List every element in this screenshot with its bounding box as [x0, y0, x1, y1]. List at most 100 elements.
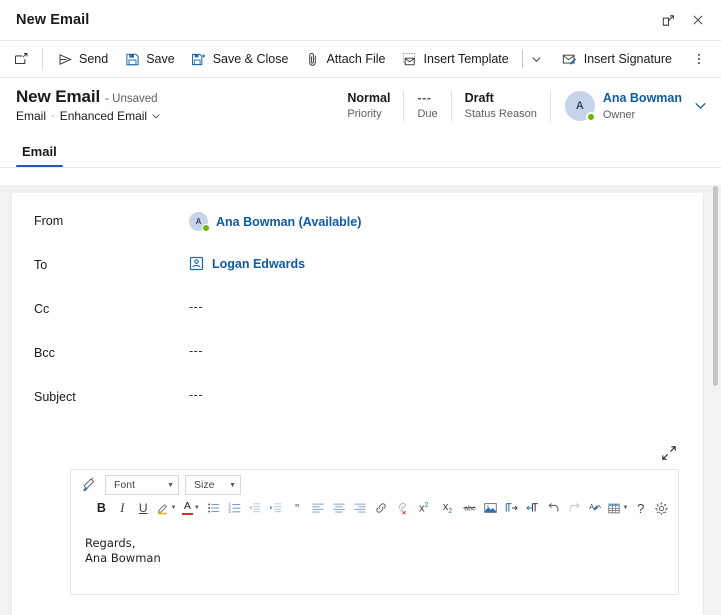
save-icon: [124, 51, 140, 67]
subscript-button[interactable]: x2: [436, 498, 460, 518]
insert-template-caret-button[interactable]: [526, 45, 548, 73]
due-label: Due: [417, 107, 438, 120]
from-value[interactable]: A Ana Bowman (Available): [189, 211, 681, 232]
priority-label: Priority: [347, 107, 382, 120]
tab-email[interactable]: Email: [16, 135, 63, 167]
form-card: From A Ana Bowman (Available) To Logan E…: [12, 193, 703, 615]
entity-name-label: Email: [16, 109, 47, 123]
paperclip-icon: [304, 51, 320, 67]
decrease-indent-icon: [249, 503, 261, 513]
cc-label: Cc: [34, 302, 50, 316]
page-scrollbar[interactable]: [712, 186, 719, 613]
save-button[interactable]: Save: [116, 45, 183, 73]
settings-button[interactable]: [651, 498, 672, 518]
increase-indent-button[interactable]: [266, 498, 287, 518]
strikethrough-button[interactable]: abc: [459, 498, 480, 518]
more-commands-button[interactable]: [686, 45, 712, 73]
superscript-button[interactable]: x2: [412, 498, 436, 518]
highlight-icon: [157, 504, 167, 515]
align-left-button[interactable]: [308, 498, 329, 518]
window-title-bar: New Email: [0, 0, 721, 40]
editor-toolbar-row-2: B I U ▼ A ▼ 1 2 3 ” x2 x2 abc A ▼ ?: [71, 497, 678, 522]
record-subtitle: Email · Enhanced Email: [16, 109, 347, 123]
increase-indent-icon: [270, 503, 282, 513]
font-color-button[interactable]: A ▼: [178, 498, 203, 518]
expand-editor-icon: [662, 446, 676, 460]
owner-field[interactable]: A Ana Bowman Owner: [551, 89, 707, 122]
header-field-due[interactable]: --- Due: [404, 90, 450, 122]
close-icon: [693, 15, 703, 25]
cc-value[interactable]: ---: [189, 299, 681, 314]
chevron-down-icon: ▼: [193, 505, 200, 511]
to-recipient-link[interactable]: Logan Edwards: [212, 257, 305, 271]
svg-text:abc: abc: [465, 506, 477, 513]
bulleted-list-button[interactable]: [203, 498, 224, 518]
insert-template-button[interactable]: Insert Template: [394, 45, 517, 73]
undo-button[interactable]: [543, 498, 564, 518]
help-button[interactable]: ?: [630, 498, 651, 518]
save-and-close-button[interactable]: Save & Close: [183, 45, 297, 73]
scrollbar-thumb[interactable]: [713, 186, 718, 386]
blockquote-button[interactable]: ”: [287, 498, 308, 518]
unsaved-indicator: - Unsaved: [105, 93, 158, 105]
format-painter-button[interactable]: [79, 475, 99, 495]
font-size-select[interactable]: Size ▼: [185, 475, 241, 495]
header-field-priority[interactable]: Normal Priority: [347, 90, 403, 122]
redo-button[interactable]: [564, 498, 585, 518]
popout-button[interactable]: [653, 5, 683, 35]
email-body-editor[interactable]: Regards, Ana Bowman: [71, 522, 678, 566]
more-commands-icon: [698, 53, 700, 65]
subject-label: Subject: [34, 390, 76, 404]
clear-formatting-button[interactable]: A: [585, 498, 606, 518]
subject-value[interactable]: ---: [189, 387, 681, 402]
format-painter-icon: [82, 477, 94, 492]
bcc-value[interactable]: ---: [189, 343, 681, 358]
highlight-color-button[interactable]: ▼: [154, 498, 179, 518]
rich-text-editor: Font ▼ Size ▼ B I U ▼ A ▼ 1 2 3 ” x2 x2 …: [70, 469, 679, 595]
priority-value: Normal: [347, 90, 391, 105]
from-label: From: [34, 214, 64, 228]
form-selector[interactable]: Enhanced Email: [60, 109, 161, 123]
presence-available-icon: [585, 111, 596, 122]
align-left-icon: [312, 503, 324, 513]
chevron-down-icon: ▼: [622, 505, 629, 511]
send-button[interactable]: Send: [49, 45, 116, 73]
attach-file-button[interactable]: Attach File: [296, 45, 393, 73]
header-field-status-reason[interactable]: Draft Status Reason: [452, 90, 550, 122]
new-record-button[interactable]: [6, 45, 36, 73]
font-family-select[interactable]: Font ▼: [105, 475, 179, 495]
insert-signature-button[interactable]: Insert Signature: [554, 45, 680, 73]
align-center-button[interactable]: [328, 498, 349, 518]
align-right-icon: [354, 503, 366, 513]
decrease-indent-button[interactable]: [245, 498, 266, 518]
undo-icon: [548, 503, 559, 512]
insert-link-button[interactable]: [370, 498, 391, 518]
close-button[interactable]: [683, 5, 713, 35]
expand-editor-button[interactable]: [659, 443, 679, 463]
bold-button[interactable]: B: [91, 498, 112, 518]
owner-name: Ana Bowman: [602, 91, 682, 105]
owner-caret-button[interactable]: [694, 99, 707, 112]
bcc-empty-value: ---: [189, 344, 203, 358]
insert-table-button[interactable]: ▼: [606, 498, 631, 518]
record-header: New Email - Unsaved Email · Enhanced Ema…: [0, 78, 721, 134]
rtl-icon: [526, 503, 538, 512]
font-size-value: Size: [194, 479, 215, 491]
from-recipient-link[interactable]: Ana Bowman (Available): [216, 215, 361, 229]
numbered-list-button[interactable]: 1 2 3: [224, 498, 245, 518]
insert-image-button[interactable]: [480, 498, 501, 518]
table-icon: [608, 503, 621, 513]
tab-active-underline: [16, 164, 63, 167]
avatar: A: [189, 212, 210, 232]
save-and-close-icon: [191, 51, 207, 67]
align-right-button[interactable]: [349, 498, 370, 518]
form-page: From A Ana Bowman (Available) To Logan E…: [0, 185, 721, 615]
italic-button[interactable]: I: [112, 498, 133, 518]
left-to-right-button[interactable]: [501, 498, 522, 518]
remove-link-button[interactable]: [391, 498, 412, 518]
underline-button[interactable]: U: [133, 498, 154, 518]
right-to-left-button[interactable]: [522, 498, 543, 518]
tab-strip: Email: [0, 134, 721, 168]
chevron-down-icon: [695, 102, 706, 109]
to-value[interactable]: Logan Edwards: [189, 255, 681, 271]
